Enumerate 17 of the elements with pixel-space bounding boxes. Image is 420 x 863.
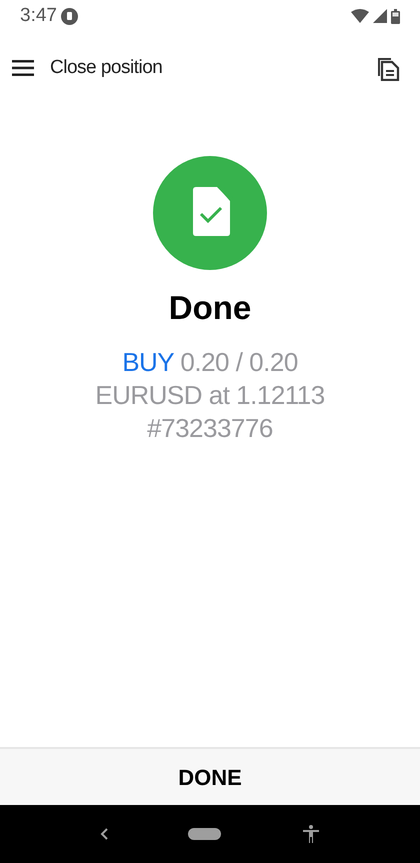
wifi-icon [351,9,369,23]
screen-title: Close position [50,56,162,80]
menu-icon[interactable] [12,60,34,76]
documents-icon[interactable] [376,55,400,81]
instrument-price: EURUSD at 1.12113 [95,379,325,412]
accessibility-icon[interactable] [302,825,320,843]
done-button[interactable]: DONE [0,747,420,805]
result-title: Done [168,288,252,328]
back-icon[interactable] [100,828,108,840]
notification-icon [60,8,78,24]
ticket-number: #73233776 [147,412,273,445]
battery-icon [391,8,400,24]
success-document-icon [153,156,267,270]
home-button[interactable] [188,828,222,840]
status-time: 3:47 [20,4,57,28]
order-summary: BUY 0.20 / 0.20 [122,346,298,379]
signal-icon [373,9,387,23]
